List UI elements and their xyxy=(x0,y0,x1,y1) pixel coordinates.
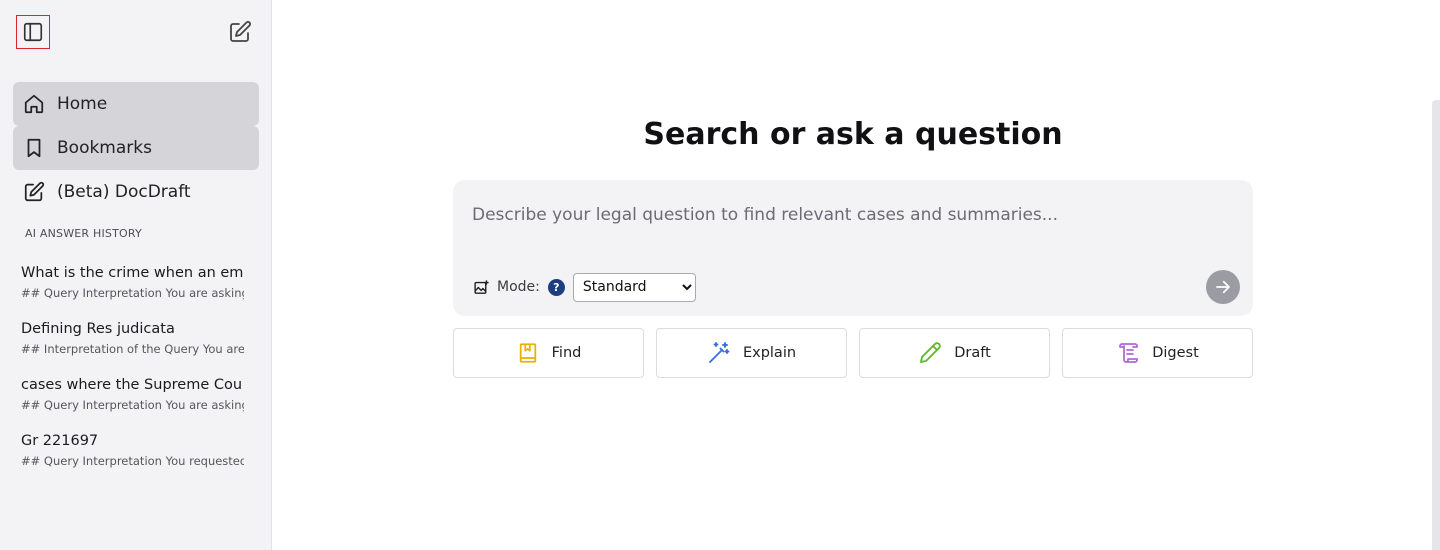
action-label: Draft xyxy=(954,345,991,361)
history-item[interactable]: cases where the Supreme Cou ## Query Int… xyxy=(21,376,244,432)
sidebar-toggle-button[interactable] xyxy=(16,15,50,49)
explain-button[interactable]: Explain xyxy=(656,328,847,378)
image-upload-icon[interactable] xyxy=(472,278,490,296)
history-item[interactable]: Gr 221697 ## Query Interpretation You re… xyxy=(21,432,244,488)
edit-icon xyxy=(23,181,45,203)
history-list: What is the crime when an em ## Query In… xyxy=(21,264,244,488)
action-label: Explain xyxy=(742,345,797,361)
book-icon xyxy=(516,341,540,365)
history-item[interactable]: Defining Res judicata ## Interpretation … xyxy=(21,320,244,376)
history-item-snippet: ## Query Interpretation You requested xyxy=(21,454,244,468)
home-icon xyxy=(23,93,45,115)
sidebar-panel-icon xyxy=(23,22,43,42)
sidebar-item-docdraft[interactable]: (Beta) DocDraft xyxy=(13,170,259,214)
mode-label: Mode: xyxy=(497,279,540,295)
mode-row: Mode: ? Standard xyxy=(472,272,696,302)
send-button[interactable] xyxy=(1206,270,1240,304)
scrollbar[interactable] xyxy=(1432,100,1440,550)
history-item-title: Defining Res judicata xyxy=(21,321,175,337)
search-box: Mode: ? Standard xyxy=(453,180,1253,316)
pencil-icon xyxy=(918,341,942,365)
sidebar-nav: Home Bookmarks (Beta) DocDraft xyxy=(13,82,259,214)
sidebar-item-bookmarks[interactable]: Bookmarks xyxy=(13,126,259,170)
main-panel: Search or ask a question Mode: ? Standar… xyxy=(272,0,1440,550)
sidebar-item-label: (Beta) DocDraft xyxy=(57,182,191,202)
find-button[interactable]: Find xyxy=(453,328,644,378)
mode-select[interactable]: Standard xyxy=(572,272,696,302)
search-input[interactable] xyxy=(472,202,1232,228)
history-item-snippet: ## Query Interpretation You are asking t xyxy=(21,398,244,412)
new-chat-button[interactable] xyxy=(226,18,254,46)
history-item[interactable]: What is the crime when an em ## Query In… xyxy=(21,264,244,320)
magic-wand-icon xyxy=(707,341,731,365)
bookmark-icon xyxy=(23,137,45,159)
digest-button[interactable]: Digest xyxy=(1062,328,1253,378)
action-label: Find xyxy=(551,345,582,361)
history-item-title: What is the crime when an em xyxy=(21,265,244,281)
draft-button[interactable]: Draft xyxy=(859,328,1050,378)
sidebar: Home Bookmarks (Beta) DocDraft AI ANSWER… xyxy=(0,0,272,550)
sidebar-item-home[interactable]: Home xyxy=(13,82,259,126)
page-title: Search or ask a question xyxy=(643,117,1063,152)
history-item-snippet: ## Interpretation of the Query You are r xyxy=(21,342,244,356)
compose-icon xyxy=(230,21,251,42)
action-label: Digest xyxy=(1152,345,1199,361)
scroll-icon xyxy=(1116,341,1140,365)
action-buttons: Find Explain Draft Digest xyxy=(453,328,1253,378)
history-item-title: Gr 221697 xyxy=(21,433,99,449)
history-section-title: AI ANSWER HISTORY xyxy=(25,227,142,240)
help-icon[interactable]: ? xyxy=(547,278,565,296)
history-item-title: cases where the Supreme Cou xyxy=(21,377,243,393)
sidebar-item-label: Bookmarks xyxy=(57,138,152,158)
history-item-snippet: ## Query Interpretation You are asking xyxy=(21,286,244,300)
arrow-right-icon xyxy=(1216,280,1230,294)
sidebar-item-label: Home xyxy=(57,94,108,114)
